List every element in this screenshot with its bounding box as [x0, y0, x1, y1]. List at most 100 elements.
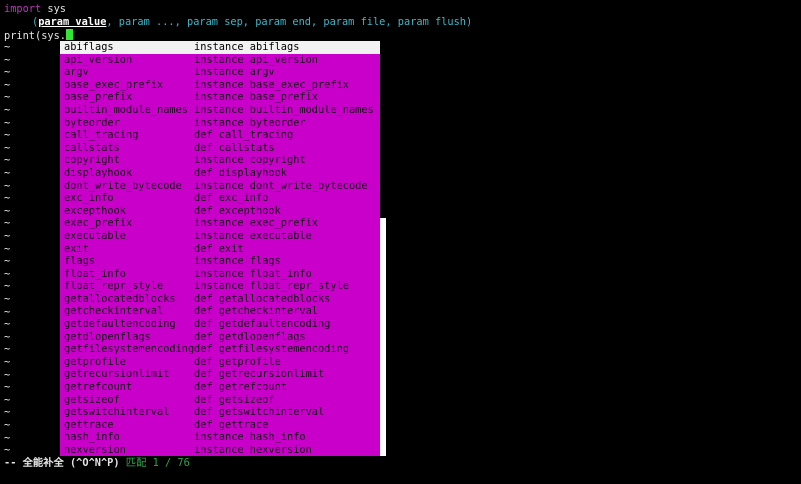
tilde-marker: ~: [4, 141, 11, 154]
completion-word: getdefaultencoding: [64, 318, 176, 331]
tilde-marker: ~: [4, 129, 11, 142]
completion-kind: def gettrace: [194, 418, 269, 431]
completion-popup[interactable]: abiflags instance abiflags api_version inst…: [60, 41, 380, 456]
completion-kind: instance hash_info: [194, 431, 306, 444]
completion-item[interactable]: getdefaultencoding def getdefaultencoding: [60, 318, 380, 331]
tilde-marker: ~: [4, 280, 11, 293]
completion-kind: instance float_info: [194, 267, 312, 280]
completion-item[interactable]: getswitchinterval def getswitchinterval: [60, 406, 380, 419]
completion-item[interactable]: builtin_module_names instance builtin_mod…: [60, 104, 380, 117]
completion-kind: instance abiflags: [194, 41, 300, 53]
editor-line-3[interactable]: print(sys.: [4, 29, 73, 42]
tilde-marker: ~: [4, 91, 11, 104]
completion-word: call_tracing: [64, 129, 139, 142]
completion-kind: instance exec_prefix: [194, 217, 318, 230]
completion-item[interactable]: float_repr_style instance float_repr_styl…: [60, 280, 380, 293]
import-module: sys: [41, 3, 67, 15]
completion-item[interactable]: copyright instance copyright: [60, 154, 380, 167]
tilde-marker: ~: [4, 419, 11, 431]
completion-item[interactable]: exec_prefix instance exec_prefix: [60, 217, 380, 230]
completion-word: getcheckinterval: [64, 305, 164, 318]
completion-item[interactable]: float_info instance float_info: [60, 268, 380, 281]
completion-item[interactable]: getrecursionlimit def getrecursionlimit: [60, 368, 380, 381]
tilde-marker: ~: [4, 41, 11, 53]
completion-kind: def displayhook: [194, 166, 287, 179]
completion-word: hexversion: [64, 444, 126, 456]
completion-word: float_repr_style: [64, 280, 164, 293]
tilde-marker: ~: [4, 179, 11, 192]
completion-item[interactable]: base_prefix instance base_prefix: [60, 91, 380, 104]
completion-word: callstats: [64, 141, 120, 154]
tilde-marker: ~: [4, 104, 11, 116]
completion-kind: instance byteorder: [194, 116, 306, 129]
completion-word: copyright: [64, 154, 120, 167]
tilde-marker: ~: [4, 431, 11, 444]
completion-word: flags: [64, 255, 95, 268]
completion-kind: instance base_prefix: [194, 91, 318, 104]
completion-item[interactable]: excepthook def excepthook: [60, 205, 380, 218]
tilde-marker: ~: [4, 318, 11, 331]
completion-item[interactable]: base_exec_prefix instance base_exec_prefi…: [60, 79, 380, 92]
print-call-text: print(sys.: [4, 30, 66, 42]
completion-item[interactable]: getprofile def getprofile: [60, 356, 380, 369]
completion-scrollbar-thumb[interactable]: [380, 218, 386, 456]
completion-item[interactable]: flags instance flags: [60, 255, 380, 268]
completion-word: exec_prefix: [64, 217, 133, 230]
completion-item[interactable]: getfilesystemencoding def getfilesystemen…: [60, 343, 380, 356]
completion-scrollbar[interactable]: [380, 41, 386, 456]
completion-word: getfilesystemencoding: [64, 343, 195, 356]
completion-item[interactable]: getrefcount def getrefcount: [60, 381, 380, 394]
completion-item[interactable]: getcheckinterval def getcheckinterval: [60, 305, 380, 318]
completion-item[interactable]: byteorder instance byteorder: [60, 117, 380, 130]
tilde-marker: ~: [4, 242, 11, 255]
tilde-marker: ~: [4, 116, 11, 129]
completion-word: base_prefix: [64, 91, 133, 104]
tilde-marker: ~: [4, 217, 11, 230]
completion-word: exit: [64, 242, 89, 255]
tilde-marker: ~: [4, 356, 11, 368]
signature-hint: (param value, param ..., param sep, para…: [32, 16, 472, 29]
completion-item[interactable]: dont_write_bytecode instance dont_write_b…: [60, 180, 380, 193]
completion-item[interactable]: hash_info instance hash_info: [60, 431, 380, 444]
completion-item[interactable]: callstats def callstats: [60, 142, 380, 155]
completion-item[interactable]: displayhook def displayhook: [60, 167, 380, 180]
completion-word: byteorder: [64, 116, 120, 129]
completion-word: getdlopenflags: [64, 330, 151, 343]
completion-item-selected[interactable]: abiflags instance abiflags: [60, 41, 380, 54]
completion-kind: instance executable: [194, 229, 312, 242]
completion-word: argv: [64, 66, 89, 79]
completion-item[interactable]: exit def exit: [60, 243, 380, 256]
completion-word: getswitchinterval: [64, 406, 170, 419]
completion-item[interactable]: exc_info def exc_info: [60, 192, 380, 205]
completion-list[interactable]: abiflags instance abiflags api_version inst…: [60, 41, 380, 456]
tilde-marker: ~: [4, 78, 11, 91]
completion-item[interactable]: getallocatedblocks def getallocatedblocks: [60, 293, 380, 306]
tilde-marker: ~: [4, 305, 11, 318]
completion-item[interactable]: argv instance argv: [60, 66, 380, 79]
completion-word: exc_info: [64, 192, 114, 205]
completion-item[interactable]: getsizeof def getsizeof: [60, 394, 380, 407]
completion-item[interactable]: hexversion instance hexversion: [60, 444, 380, 456]
completion-item[interactable]: executable instance executable: [60, 230, 380, 243]
completion-word: dont_write_bytecode: [64, 179, 182, 192]
tilde-marker: ~: [4, 381, 11, 394]
completion-kind: def getcheckinterval: [194, 305, 318, 318]
completion-kind: def callstats: [194, 141, 275, 154]
completion-item[interactable]: gettrace def gettrace: [60, 419, 380, 432]
completion-word: getallocatedblocks: [64, 292, 176, 305]
tilde-marker: ~: [4, 330, 11, 343]
match-count: 1 / 76: [152, 457, 190, 469]
tilde-marker: ~: [4, 192, 11, 205]
match-label: 匹配: [125, 457, 147, 469]
completion-word: excepthook: [64, 204, 126, 217]
completion-mode: -- 全能补全 (^O^N^P): [4, 457, 120, 469]
signature-current-param: param value: [38, 16, 107, 28]
tilde-marker: ~: [4, 293, 11, 305]
completion-kind: def getallocatedblocks: [194, 292, 331, 305]
completion-kind: def getsizeof: [194, 393, 275, 406]
completion-word: executable: [64, 229, 126, 242]
completion-item[interactable]: getdlopenflags def getdlopenflags: [60, 331, 380, 344]
completion-item[interactable]: api_version instance api_version: [60, 54, 380, 67]
import-keyword: import: [4, 3, 42, 15]
completion-item[interactable]: call_tracing def call_tracing: [60, 129, 380, 142]
